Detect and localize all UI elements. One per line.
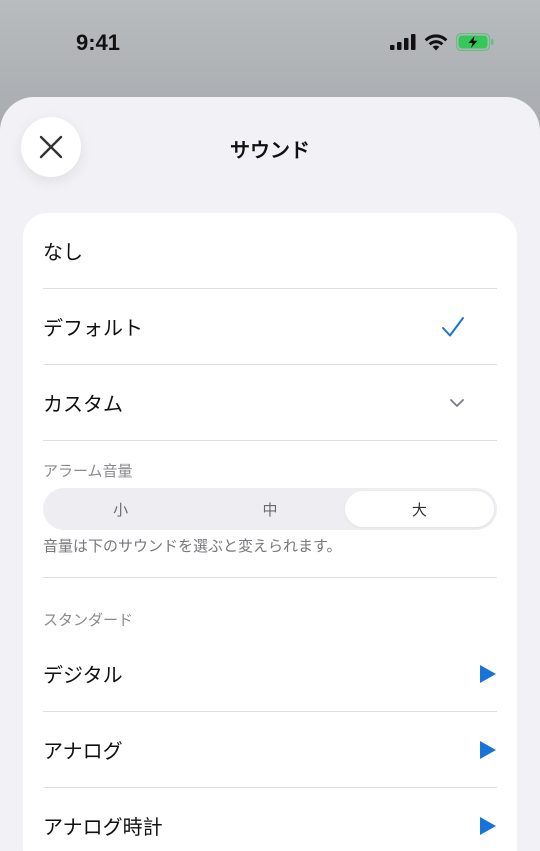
volume-segment-medium[interactable]: 中 — [195, 491, 344, 527]
sound-item-analog[interactable]: アナログ — [43, 712, 497, 787]
divider — [43, 440, 497, 441]
play-icon — [480, 816, 496, 835]
status-icons — [390, 33, 494, 51]
checkmark-icon — [442, 316, 464, 336]
sound-sheet: サウンド なし デフォルト カスタム アラーム音量 小 中 大 音量は下のサウン… — [0, 97, 540, 851]
volume-segmented-control: 小 中 大 — [43, 488, 497, 530]
standard-section-label: スタンダード — [43, 611, 134, 629]
sound-item-digital[interactable]: デジタル — [43, 636, 497, 711]
volume-segment-low[interactable]: 小 — [46, 491, 195, 527]
status-time: 9:41 — [76, 30, 121, 55]
play-button[interactable] — [479, 740, 497, 760]
play-button[interactable] — [479, 816, 497, 836]
sound-item-label: アナログ時計 — [43, 815, 163, 839]
play-icon — [480, 664, 496, 683]
sound-item-label: デジタル — [43, 663, 123, 687]
volume-helper-text: 音量は下のサウンドを選ぶと変えられます。 — [43, 537, 342, 555]
volume-segment-high[interactable]: 大 — [344, 491, 494, 527]
option-custom[interactable]: カスタム — [43, 365, 497, 440]
option-label: カスタム — [43, 392, 123, 416]
volume-label: アラーム音量 — [43, 462, 133, 480]
divider — [43, 577, 497, 578]
option-label: なし — [43, 240, 83, 264]
option-none[interactable]: なし — [43, 213, 497, 288]
sheet-title: サウンド — [230, 138, 310, 162]
chevron-down-icon — [450, 398, 464, 407]
option-default[interactable]: デフォルト — [43, 289, 497, 364]
sound-item-label: アナログ — [43, 739, 123, 763]
play-icon — [480, 740, 496, 759]
status-bar: 9:41 — [0, 0, 540, 90]
wifi-icon — [424, 33, 448, 50]
cellular-signal-icon — [390, 34, 416, 50]
play-button[interactable] — [479, 664, 497, 684]
battery-charging-icon — [456, 33, 494, 51]
option-label: デフォルト — [43, 316, 143, 340]
sound-options-card: なし デフォルト カスタム アラーム音量 小 中 大 音量は下のサウンドを選ぶと… — [23, 213, 517, 851]
sound-item-analog-clock[interactable]: アナログ時計 — [43, 788, 497, 851]
